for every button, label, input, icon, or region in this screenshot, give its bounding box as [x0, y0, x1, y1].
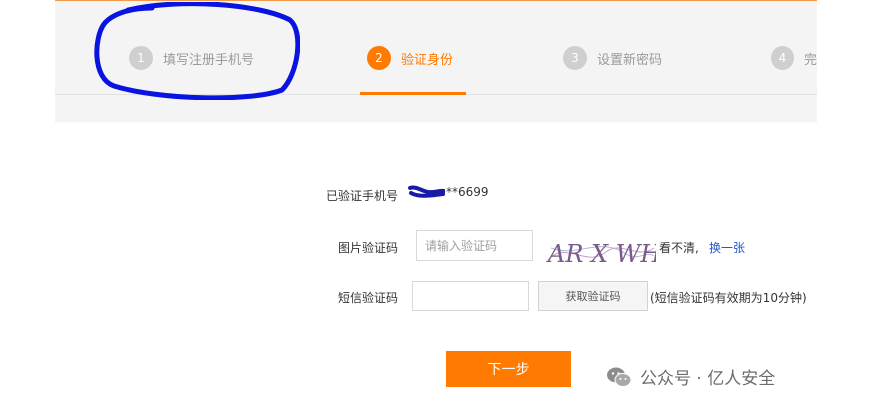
- active-step-underline: [360, 92, 466, 95]
- step-4-number: 4: [771, 46, 794, 70]
- get-sms-code-button[interactable]: 获取验证码: [538, 281, 648, 311]
- step-2-number: 2: [367, 46, 391, 70]
- phone-redaction-scribble: [408, 185, 445, 198]
- captcha-input[interactable]: [416, 230, 533, 261]
- step-3-number: 3: [563, 46, 587, 70]
- step-3-label: 设置新密码: [597, 52, 663, 68]
- phone-label: 已验证手机号: [325, 189, 398, 203]
- sms-label: 短信验证码: [337, 291, 398, 305]
- next-step-button[interactable]: 下一步: [446, 351, 571, 387]
- hand-drawn-circle-annotation: [94, 2, 300, 100]
- step-2-label: 验证身份: [401, 52, 454, 68]
- sms-code-input[interactable]: [412, 281, 529, 311]
- watermark-text: 公众号 · 亿人安全: [640, 369, 776, 389]
- step-4-label: 完: [803, 52, 817, 68]
- captcha-text: AR X WH: [546, 240, 656, 268]
- captcha-image[interactable]: AR X WH: [546, 230, 656, 270]
- captcha-refresh-link[interactable]: 换一张: [709, 239, 745, 256]
- wechat-icon: [607, 367, 632, 387]
- captcha-label: 图片验证码: [337, 241, 398, 255]
- captcha-unclear-text: 看不清,: [659, 241, 699, 255]
- step-2: 2 验证身份: [367, 45, 453, 71]
- step-4: 4 完: [771, 45, 817, 71]
- step-3: 3 设置新密码: [563, 45, 662, 71]
- sms-validity-hint: (短信验证码有效期为10分钟): [650, 291, 807, 305]
- phone-value: **6699: [446, 185, 489, 199]
- wechat-watermark: 公众号 · 亿人安全: [606, 364, 775, 389]
